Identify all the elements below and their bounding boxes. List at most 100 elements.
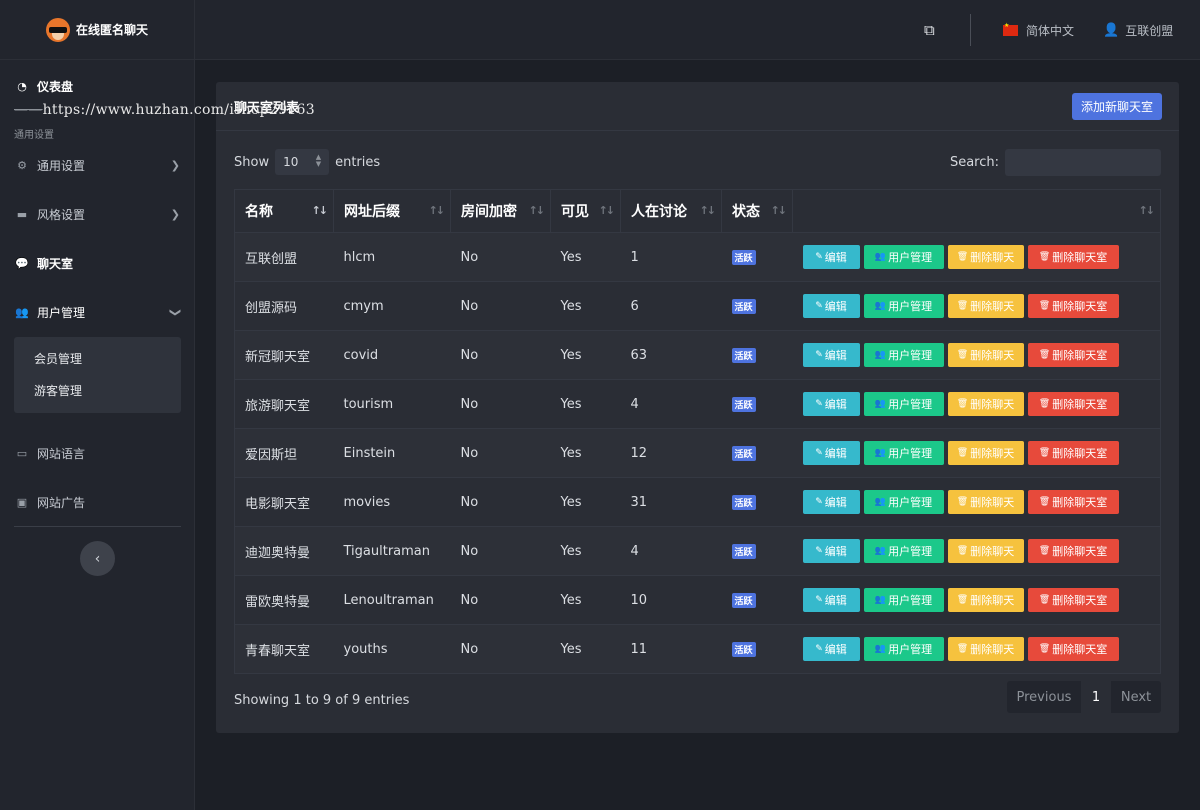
column-header-encrypted[interactable]: 房间加密 ↑↓ xyxy=(450,189,551,233)
cell-count: 10 xyxy=(620,575,722,625)
delete-chatroom-button[interactable]: 🗑 删除聊天室 xyxy=(1027,245,1119,269)
edit-button[interactable]: ✎ 编辑 xyxy=(802,588,860,612)
status-badge: 活跃 xyxy=(731,396,756,412)
chatroom-list-card: 聊天室列表 添加新聊天室 Show 10 ▲ ▼ entries Search: … xyxy=(216,82,1179,733)
submenu-item-members[interactable]: 会员管理 xyxy=(34,350,82,367)
trash-icon: 🗑 xyxy=(956,350,969,360)
chevron-right-icon: ❯ xyxy=(170,207,180,221)
edit-button[interactable]: ✎ 编辑 xyxy=(802,294,860,318)
user-management-button[interactable]: 👥 用户管理 xyxy=(863,392,944,416)
submenu-item-guests[interactable]: 游客管理 xyxy=(34,382,82,399)
external-link-icon[interactable]: ⧉ xyxy=(924,21,942,39)
add-chatroom-button[interactable]: 添加新聊天室 xyxy=(1072,93,1162,120)
users-icon: 👥 xyxy=(874,399,887,409)
sidebar-item-style-settings[interactable]: ▬ 风格设置 ❯ xyxy=(14,204,184,224)
language-selector[interactable]: 简体中文 xyxy=(1003,22,1074,39)
column-header-name[interactable]: 名称 ↑↓ xyxy=(234,189,334,233)
sidebar-item-label: 通用设置 xyxy=(37,158,86,173)
column-header-actions[interactable]: ↑↓ xyxy=(792,189,1161,233)
user-management-button[interactable]: 👥 用户管理 xyxy=(863,343,944,367)
cell-status: 活跃 xyxy=(721,575,793,625)
delete-chatroom-button[interactable]: 🗑 删除聊天室 xyxy=(1027,539,1119,563)
cell-status: 活跃 xyxy=(721,330,793,380)
users-icon: 👥 xyxy=(874,644,887,654)
cell-status: 活跃 xyxy=(721,526,793,576)
user-management-button[interactable]: 👥 用户管理 xyxy=(863,441,944,465)
dashboard-icon: ◔ xyxy=(17,79,27,93)
user-management-button[interactable]: 👥 用户管理 xyxy=(863,637,944,661)
trash-icon: 🗑 xyxy=(956,546,969,556)
delete-chatroom-button[interactable]: 🗑 删除聊天室 xyxy=(1027,637,1119,661)
delete-chat-button[interactable]: 🗑 删除聊天 xyxy=(947,294,1024,318)
pagination-previous[interactable]: Previous xyxy=(1007,681,1081,713)
delete-chat-button[interactable]: 🗑 删除聊天 xyxy=(947,245,1024,269)
sidebar-item-chatrooms[interactable]: 💬 聊天室 xyxy=(14,253,184,273)
user-menu[interactable]: 👤 互联创盟 xyxy=(1103,22,1173,39)
edit-icon: ✎ xyxy=(815,399,823,409)
column-header-slug[interactable]: 网址后缀 ↑↓ xyxy=(333,189,451,233)
user-management-button[interactable]: 👥 用户管理 xyxy=(863,294,944,318)
sidebar-item-label: 风格设置 xyxy=(37,207,86,222)
column-header-status[interactable]: 状态 ↑↓ xyxy=(721,189,793,233)
status-badge: 活跃 xyxy=(731,298,756,314)
sidebar-item-dashboard[interactable]: ◔ 仪表盘 xyxy=(14,76,184,96)
users-icon: 👥 xyxy=(874,301,887,311)
sidebar-divider xyxy=(14,526,181,527)
delete-chat-button[interactable]: 🗑 删除聊天 xyxy=(947,392,1024,416)
status-badge: 活跃 xyxy=(731,592,756,608)
cell-count: 63 xyxy=(620,330,722,380)
cell-slug: Einstein xyxy=(333,428,451,478)
sidebar-item-user-management[interactable]: 👥 用户管理 ❯ xyxy=(14,302,184,322)
edit-button[interactable]: ✎ 编辑 xyxy=(802,392,860,416)
brand[interactable]: 在线匿名聊天 xyxy=(0,0,194,60)
delete-chat-button[interactable]: 🗑 删除聊天 xyxy=(947,539,1024,563)
cell-visible: Yes xyxy=(550,379,621,429)
delete-chat-button[interactable]: 🗑 删除聊天 xyxy=(947,343,1024,367)
delete-chatroom-button[interactable]: 🗑 删除聊天室 xyxy=(1027,441,1119,465)
cell-status: 活跃 xyxy=(721,477,793,527)
cell-name: 爱因斯坦 xyxy=(234,428,334,478)
users-icon: 👥 xyxy=(874,497,887,507)
page-size-select[interactable]: 10 ▲ ▼ xyxy=(275,149,330,175)
delete-chatroom-button[interactable]: 🗑 删除聊天室 xyxy=(1027,392,1119,416)
delete-chat-button[interactable]: 🗑 删除聊天 xyxy=(947,441,1024,465)
delete-chat-button[interactable]: 🗑 删除聊天 xyxy=(947,490,1024,514)
user-management-button[interactable]: 👥 用户管理 xyxy=(863,588,944,612)
sidebar-collapse-button[interactable]: ‹ xyxy=(80,541,115,576)
status-badge: 活跃 xyxy=(731,249,756,265)
cell-slug: Tigaultraman xyxy=(333,526,451,576)
delete-chatroom-button[interactable]: 🗑 删除聊天室 xyxy=(1027,490,1119,514)
sidebar-item-label: 仪表盘 xyxy=(37,79,74,94)
user-management-button[interactable]: 👥 用户管理 xyxy=(863,539,944,563)
delete-chat-button[interactable]: 🗑 删除聊天 xyxy=(947,588,1024,612)
search-input[interactable] xyxy=(1005,149,1161,176)
edit-button[interactable]: ✎ 编辑 xyxy=(802,441,860,465)
column-header-visible[interactable]: 可见 ↑↓ xyxy=(550,189,621,233)
cell-visible: Yes xyxy=(550,281,621,331)
edit-button[interactable]: ✎ 编辑 xyxy=(802,539,860,563)
select-arrows-icon: ▲ ▼ xyxy=(315,153,322,168)
edit-button[interactable]: ✎ 编辑 xyxy=(802,637,860,661)
pagination-next[interactable]: Next xyxy=(1111,681,1161,713)
delete-chatroom-button[interactable]: 🗑 删除聊天室 xyxy=(1027,294,1119,318)
sidebar-item-general-settings[interactable]: ⚙ 通用设置 ❯ xyxy=(14,155,184,175)
edit-button[interactable]: ✎ 编辑 xyxy=(802,490,860,514)
trash-icon: 🗑 xyxy=(956,399,969,409)
cell-actions: ✎ 编辑 👥 用户管理 🗑 删除聊天 🗑 删除聊天室 xyxy=(792,575,1161,625)
delete-chat-button[interactable]: 🗑 删除聊天 xyxy=(947,637,1024,661)
cell-visible: Yes xyxy=(550,477,621,527)
sidebar-item-site-ads[interactable]: ▣ 网站广告 xyxy=(14,492,184,512)
pagination-page[interactable]: 1 xyxy=(1081,681,1111,713)
user-management-button[interactable]: 👥 用户管理 xyxy=(863,490,944,514)
logo-icon xyxy=(46,18,70,42)
cell-actions: ✎ 编辑 👥 用户管理 🗑 删除聊天 🗑 删除聊天室 xyxy=(792,624,1161,674)
delete-chatroom-button[interactable]: 🗑 删除聊天室 xyxy=(1027,588,1119,612)
sidebar-item-site-language[interactable]: ▭ 网站语言 xyxy=(14,443,184,463)
user-management-button[interactable]: 👥 用户管理 xyxy=(863,245,944,269)
delete-chatroom-button[interactable]: 🗑 删除聊天室 xyxy=(1027,343,1119,367)
users-icon: 👥 xyxy=(874,595,887,605)
column-header-count[interactable]: 人在讨论 ↑↓ xyxy=(620,189,722,233)
edit-button[interactable]: ✎ 编辑 xyxy=(802,343,860,367)
edit-button[interactable]: ✎ 编辑 xyxy=(802,245,860,269)
cell-name: 新冠聊天室 xyxy=(234,330,334,380)
